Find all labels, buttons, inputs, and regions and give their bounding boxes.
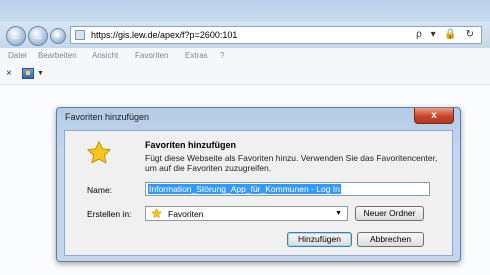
add-favorites-icon[interactable] [22, 68, 34, 79]
address-bar[interactable]: https://gis.lew.de/apex/f?p=2600:101 ρ ▾… [70, 26, 482, 44]
name-field[interactable]: Information_Störung_App_für_Kommunen - L… [145, 182, 430, 196]
dialog-header-title: Favoriten hinzufügen [145, 140, 236, 150]
dialog-body: Favoriten hinzufügen Fügt diese Webseite… [64, 130, 453, 256]
menu-help[interactable]: ? [220, 51, 224, 60]
add-button[interactable]: Hinzufügen [287, 232, 352, 247]
cancel-button[interactable]: Abbrechen [357, 232, 424, 247]
menu-ansicht[interactable]: Ansicht [92, 51, 118, 60]
back-arrow-icon: ← [10, 29, 22, 43]
create-in-label: Erstellen in: [87, 209, 132, 219]
menu-datei[interactable]: Datei [8, 51, 27, 60]
dialog-description: Fügt diese Webseite als Favoriten hinzu.… [145, 153, 438, 173]
menu-extras[interactable]: Extras [185, 51, 208, 60]
name-field-value: Information_Störung_App_für_Kommunen - L… [148, 184, 341, 194]
favorites-toolbar: × ▼ [0, 64, 490, 85]
history-dropdown-button[interactable]: ▼ [50, 28, 66, 44]
back-button[interactable]: ← [6, 26, 26, 46]
star-icon [151, 208, 162, 219]
dialog-close-button[interactable]: x [414, 108, 454, 124]
browser-title-strip [0, 0, 490, 22]
menu-bar: Datei Bearbeiten Ansicht Favoriten Extra… [0, 48, 490, 64]
forward-arrow-icon: → [32, 29, 44, 43]
create-in-value: Favoriten [168, 209, 204, 219]
search-lock-refresh-icons[interactable]: ρ ▾ 🔒 ↻ [416, 29, 477, 40]
chevron-down-icon[interactable]: ▼ [37, 70, 44, 77]
menu-favoriten[interactable]: Favoriten [135, 51, 168, 60]
menu-bearbeiten[interactable]: Bearbeiten [38, 51, 77, 60]
new-folder-button[interactable]: Neuer Ordner [355, 206, 424, 221]
chevron-down-icon: ▼ [54, 32, 62, 40]
close-icon[interactable]: × [6, 68, 12, 79]
chevron-down-icon: ▼ [335, 210, 342, 217]
url-text: https://gis.lew.de/apex/f?p=2600:101 [91, 30, 238, 40]
add-favorite-dialog: Favoriten hinzufügen x Favoriten hinzufü… [56, 107, 461, 262]
forward-button[interactable]: → [28, 26, 48, 46]
page-favicon-icon [75, 30, 85, 40]
dialog-title: Favoriten hinzufügen [65, 112, 150, 122]
create-in-select[interactable]: Favoriten ▼ [145, 206, 348, 221]
name-label: Name: [87, 185, 113, 195]
star-icon [86, 140, 112, 164]
